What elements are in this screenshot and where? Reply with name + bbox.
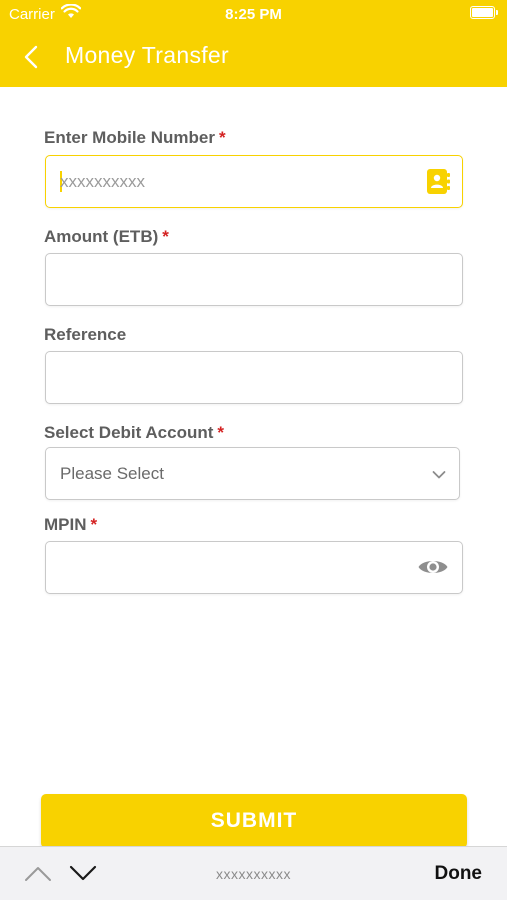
- chevron-down-icon: [432, 467, 446, 485]
- debit-account-label: Select Debit Account *: [44, 423, 225, 442]
- required-mark: *: [90, 515, 98, 534]
- mobile-number-label: Enter Mobile Number *: [44, 128, 226, 147]
- status-bar: Carrier 8:25 PM: [0, 0, 507, 28]
- contact-book-icon[interactable]: [426, 168, 450, 200]
- status-time: 8:25 PM: [225, 6, 282, 23]
- required-mark: *: [162, 227, 169, 246]
- amount-label: Amount (ETB) *: [44, 227, 169, 246]
- mobile-number-input[interactable]: xxxxxxxxxx: [45, 155, 463, 208]
- submit-button[interactable]: SUBMIT: [41, 794, 467, 848]
- mpin-input[interactable]: [45, 541, 463, 594]
- debit-account-selected: Please Select: [60, 464, 164, 483]
- back-button[interactable]: [14, 40, 48, 74]
- battery-icon: [470, 6, 498, 19]
- reference-label: Reference: [44, 325, 127, 344]
- required-mark: *: [218, 128, 226, 147]
- chevron-left-icon: [24, 45, 38, 69]
- eye-icon[interactable]: [417, 555, 449, 584]
- required-mark: *: [217, 423, 225, 442]
- app-header: Carrier 8:25 PM Money Transfer: [0, 0, 507, 87]
- mpin-label: MPIN *: [44, 515, 98, 534]
- debit-account-select[interactable]: Please Select: [45, 447, 460, 500]
- mobile-number-placeholder: xxxxxxxxxx: [60, 172, 145, 191]
- amount-input[interactable]: [45, 253, 463, 306]
- keyboard-toolbar: xxxxxxxxxx Done: [0, 846, 507, 900]
- toolbar-field-preview: xxxxxxxxxx: [216, 866, 291, 882]
- page-title: Money Transfer: [65, 42, 229, 68]
- done-button[interactable]: Done: [435, 863, 483, 885]
- reference-input[interactable]: [45, 351, 463, 404]
